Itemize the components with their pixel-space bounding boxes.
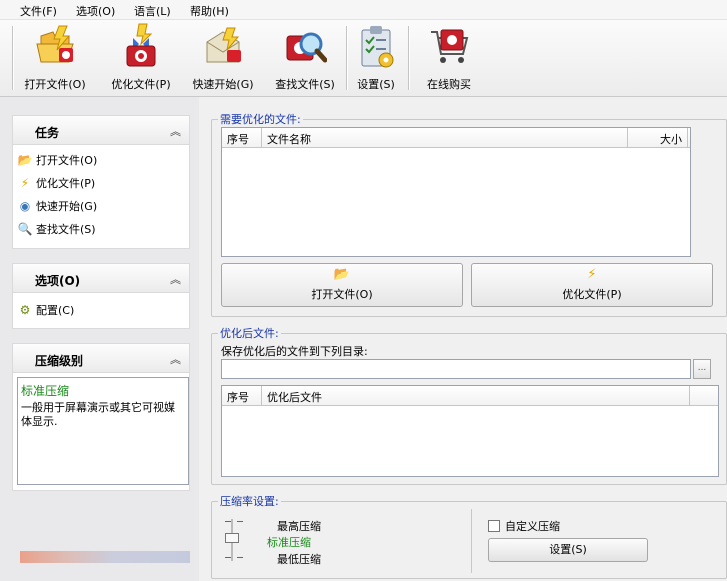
- slider-tick: [225, 521, 231, 522]
- custom-compression-label: 自定义压缩: [505, 520, 560, 533]
- quickstart-icon: ◉: [19, 199, 31, 213]
- task-label: 打开文件(O): [36, 154, 98, 167]
- column-index[interactable]: 序号: [222, 386, 262, 405]
- toolbar-find-button[interactable]: 查找文件(S): [270, 22, 340, 92]
- column-filename[interactable]: 文件名称: [262, 128, 628, 147]
- menu-file[interactable]: 文件(F): [20, 3, 57, 19]
- menu-language[interactable]: 语言(L): [134, 3, 171, 19]
- compression-description-box: 标准压缩 一般用于屏幕演示或其它可视媒体显示.: [17, 377, 189, 485]
- output-directory-input[interactable]: [221, 359, 691, 379]
- option-config[interactable]: ⚙ 配置(C): [17, 301, 75, 319]
- gear-icon: ⚙: [19, 303, 31, 317]
- level-highest: 最高压缩: [277, 520, 321, 533]
- compression-group-header[interactable]: 压缩级别 ︽: [12, 343, 190, 373]
- column-index[interactable]: 序号: [222, 128, 262, 147]
- compression-slider-thumb[interactable]: [225, 533, 239, 543]
- options-group: 选项(O) ︽ ⚙ 配置(C): [12, 263, 190, 329]
- shopping-cart-icon: [431, 29, 469, 63]
- toolbar-settings-label: 设置(S): [357, 78, 395, 91]
- task-open-file[interactable]: 📂 打开文件(O): [17, 151, 98, 169]
- compression-level-name: 标准压缩: [21, 384, 70, 398]
- collapse-chevron-icon[interactable]: ︽: [170, 271, 181, 287]
- options-group-header[interactable]: 选项(O) ︽: [12, 263, 190, 293]
- toolbar-buy-label: 在线购买: [427, 78, 471, 91]
- toolbar-grip: [12, 26, 14, 90]
- quickstart-icon: [206, 27, 241, 63]
- task-label: 查找文件(S): [36, 223, 96, 236]
- toolbar-optimize-label: 优化文件(P): [111, 78, 171, 91]
- left-task-panel: 任务 ︽ 📂 打开文件(O) ⚡ 优化文件(P) ◉ 快速开始(G) 🔍 查找文…: [0, 97, 199, 581]
- toolbar-settings-button[interactable]: 设置(S): [352, 22, 400, 92]
- lightning-icon: ⚡: [587, 267, 597, 282]
- save-directory-label: 保存优化后的文件到下列目录:: [221, 345, 368, 358]
- toolbar-open-label: 打开文件(O): [24, 78, 86, 91]
- task-find-file[interactable]: 🔍 查找文件(S): [17, 220, 96, 238]
- open-folder-icon: 📂: [17, 153, 33, 167]
- slider-tick: [237, 557, 243, 558]
- column-size[interactable]: 大小: [628, 128, 688, 147]
- menu-bar: 文件(F) 选项(O) 语言(L) 帮助(H): [0, 0, 727, 20]
- tasks-title: 任务: [35, 126, 60, 140]
- options-title: 选项(O): [35, 274, 81, 288]
- toolbar-separator: [346, 26, 348, 90]
- toolbar-find-label: 查找文件(S): [275, 78, 335, 91]
- lightning-icon: ⚡: [20, 176, 30, 190]
- compression-title: 压缩级别: [35, 354, 84, 368]
- find-file-icon: [286, 32, 327, 63]
- task-optimize-file[interactable]: ⚡ 优化文件(P): [17, 174, 95, 192]
- tasks-group-header[interactable]: 任务 ︽: [12, 115, 190, 145]
- menu-help[interactable]: 帮助(H): [190, 3, 229, 19]
- status-progress-bar: [20, 551, 190, 563]
- settings-divider: [471, 509, 472, 573]
- toolbar-open-button[interactable]: 打开文件(O): [18, 22, 92, 92]
- output-files-list-header: 序号 优化后文件: [222, 386, 718, 406]
- open-folder-icon: [36, 25, 74, 63]
- menu-options[interactable]: 选项(O): [76, 3, 115, 19]
- optimize-file-button-label: 优化文件(P): [562, 288, 622, 301]
- open-file-button-label: 打开文件(O): [311, 288, 373, 301]
- task-quick-start[interactable]: ◉ 快速开始(G): [17, 197, 97, 215]
- compression-settings-button[interactable]: 设置(S): [488, 538, 648, 562]
- compression-group-body: 标准压缩 一般用于屏幕演示或其它可视媒体显示.: [12, 373, 190, 491]
- optimize-icon: [126, 23, 156, 67]
- compression-level-description: 一般用于屏幕演示或其它可视媒体显示.: [21, 401, 175, 428]
- collapse-chevron-icon[interactable]: ︽: [170, 351, 181, 367]
- tasks-group-body: 📂 打开文件(O) ⚡ 优化文件(P) ◉ 快速开始(G) 🔍 查找文件(S): [12, 145, 190, 249]
- open-file-button[interactable]: 📂 打开文件(O): [221, 263, 463, 307]
- toolbar-quickstart-button[interactable]: 快速开始(G): [187, 22, 259, 92]
- open-folder-icon: 📂: [333, 267, 351, 282]
- slider-tick: [225, 557, 231, 558]
- main-panel: 需要优化的文件: 序号 文件名称 大小 📂 打开文件(O) ⚡ 优化文件(P) …: [201, 97, 727, 581]
- output-files-list[interactable]: 序号 优化后文件: [221, 385, 719, 477]
- slider-tick: [237, 521, 243, 522]
- files-to-optimize-legend: 需要优化的文件:: [218, 111, 303, 127]
- options-group-body: ⚙ 配置(C): [12, 293, 190, 329]
- custom-compression-option[interactable]: 自定义压缩: [488, 518, 560, 534]
- toolbar-separator-2: [408, 26, 410, 90]
- task-label: 快速开始(G): [36, 200, 98, 213]
- optimized-files-legend: 优化后文件:: [218, 325, 281, 341]
- input-files-list-header: 序号 文件名称 大小: [222, 128, 690, 148]
- tasks-group: 任务 ︽ 📂 打开文件(O) ⚡ 优化文件(P) ◉ 快速开始(G) 🔍 查找文…: [12, 115, 190, 249]
- compression-settings-legend: 压缩率设置:: [218, 493, 281, 509]
- toolbar-buy-button[interactable]: 在线购买: [420, 22, 478, 92]
- option-label: 配置(C): [36, 304, 75, 317]
- level-standard: 标准压缩: [267, 536, 311, 549]
- task-label: 优化文件(P): [36, 177, 96, 190]
- level-lowest: 最低压缩: [277, 553, 321, 566]
- settings-clipboard-icon: [361, 26, 394, 68]
- custom-compression-checkbox[interactable]: [488, 520, 500, 532]
- find-file-icon: 🔍: [17, 222, 33, 236]
- input-files-list[interactable]: 序号 文件名称 大小: [221, 127, 691, 257]
- browse-button[interactable]: ...: [693, 359, 711, 379]
- column-optimized-file[interactable]: 优化后文件: [262, 386, 690, 405]
- collapse-chevron-icon[interactable]: ︽: [170, 123, 181, 139]
- toolbar-optimize-button[interactable]: 优化文件(P): [104, 22, 178, 92]
- toolbar: 打开文件(O) 优化文件(P) 快速开始(G) 查找文件(S) 设置(S) 在线…: [0, 20, 727, 97]
- optimize-file-button[interactable]: ⚡ 优化文件(P): [471, 263, 713, 307]
- compression-level-group: 压缩级别 ︽ 标准压缩 一般用于屏幕演示或其它可视媒体显示.: [12, 343, 190, 491]
- toolbar-quickstart-label: 快速开始(G): [192, 78, 254, 91]
